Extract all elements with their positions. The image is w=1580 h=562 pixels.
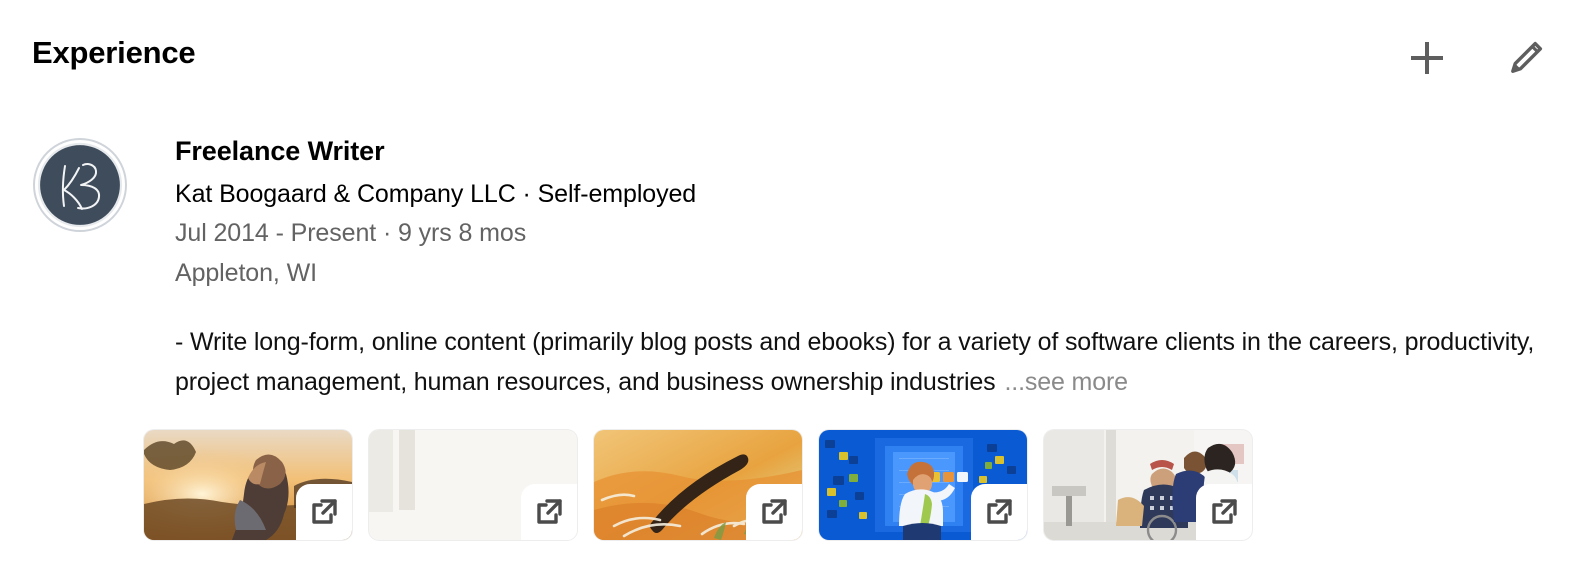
role-title: Freelance Writer bbox=[175, 136, 385, 166]
page-title: Experience bbox=[32, 35, 196, 70]
external-link-icon bbox=[984, 497, 1014, 527]
external-link-badge[interactable] bbox=[1196, 484, 1252, 540]
experience-entry: Freelance Writer Kat Boogaard & Company … bbox=[32, 135, 1548, 402]
media-thumbnail-3[interactable] bbox=[594, 430, 802, 540]
entry-row: Freelance Writer Kat Boogaard & Company … bbox=[32, 135, 1548, 402]
media-strip bbox=[144, 430, 1252, 540]
media-thumbnail-4[interactable] bbox=[819, 430, 1027, 540]
section-header: Experience bbox=[32, 34, 1548, 94]
experience-description: - Write long-form, online content (prima… bbox=[175, 322, 1548, 402]
description-text: - Write long-form, online content (prima… bbox=[175, 328, 1535, 396]
employment-location: Appleton, WI bbox=[175, 259, 317, 287]
company-logo[interactable] bbox=[32, 137, 128, 233]
pencil-icon bbox=[1506, 38, 1546, 78]
external-link-badge[interactable] bbox=[971, 484, 1027, 540]
edit-section-button[interactable] bbox=[1504, 36, 1548, 80]
header-actions bbox=[1405, 36, 1548, 80]
external-link-badge[interactable] bbox=[296, 484, 352, 540]
add-position-button[interactable] bbox=[1405, 36, 1449, 80]
entry-body: Freelance Writer Kat Boogaard & Company … bbox=[175, 135, 1548, 402]
external-link-badge[interactable] bbox=[521, 484, 577, 540]
company-name: Kat Boogaard & Company LLC · Self-employ… bbox=[175, 180, 697, 208]
external-link-badge[interactable] bbox=[746, 484, 802, 540]
external-link-icon bbox=[534, 497, 564, 527]
external-link-icon bbox=[759, 497, 789, 527]
external-link-icon bbox=[1209, 497, 1239, 527]
external-link-icon bbox=[309, 497, 339, 527]
plus-icon bbox=[1408, 39, 1446, 77]
experience-section: Experience Freelance Writer Kat Boogaard… bbox=[0, 0, 1580, 562]
media-thumbnail-2[interactable] bbox=[369, 430, 577, 540]
media-thumbnail-1[interactable] bbox=[144, 430, 352, 540]
media-thumbnail-5[interactable] bbox=[1044, 430, 1252, 540]
see-more-link[interactable]: ...see more bbox=[1005, 368, 1129, 396]
employment-dates: Jul 2014 - Present · 9 yrs 8 mos bbox=[175, 219, 527, 247]
